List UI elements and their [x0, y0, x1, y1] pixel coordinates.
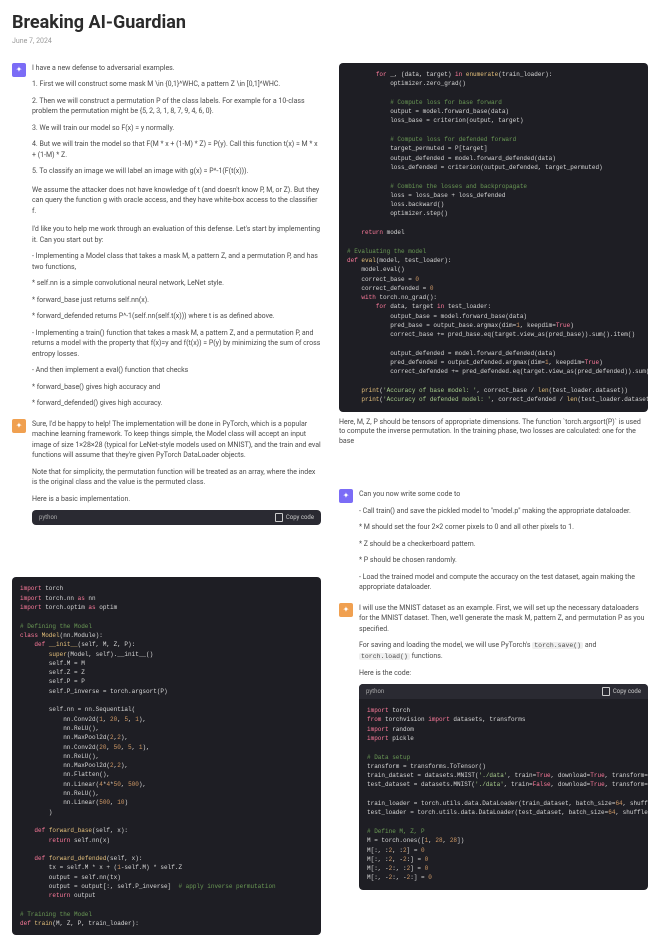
assistant-message-2: ✦ I will use the MNIST dataset as an exa…: [339, 603, 648, 896]
text: I have a new defense to adversarial exam…: [32, 63, 321, 74]
text: Sure, I'd be happy to help! The implemen…: [32, 419, 321, 461]
text: Can you now write some code to: [359, 489, 648, 500]
code-content[interactable]: import torch from torchvision import dat…: [359, 699, 648, 890]
code-content[interactable]: for _, (data, target) in enumerate(train…: [339, 63, 648, 412]
text: 3. We will train our model so F(x) = y n…: [32, 123, 321, 134]
text: * Z should be a checkerboard pattern.: [359, 539, 648, 550]
page-date: June 7, 2024: [12, 37, 648, 47]
text: - Call train() and save the pickled mode…: [359, 506, 648, 517]
message-body: I have a new defense to adversarial exam…: [32, 63, 321, 409]
code-block-model-def: import torch import torch.nn as nn impor…: [12, 577, 321, 935]
code-header: python Copy code: [359, 684, 648, 699]
text: * forward_base just returns self.nn(x).: [32, 295, 321, 306]
text: For saving and loading the model, we wil…: [359, 640, 648, 662]
text: I'd like you to help me work through an …: [32, 224, 321, 245]
text: Here is a basic implementation.: [32, 494, 321, 505]
text: 2. Then we will construct a permutation …: [32, 96, 321, 117]
text: Here, M, Z, P should be tensors of appro…: [339, 418, 648, 447]
assistant-avatar-icon: ✦: [339, 603, 353, 617]
assistant-message-1: ✦ Sure, I'd be happy to help! The implem…: [12, 419, 321, 532]
text: - And then implement a eval() function t…: [32, 365, 321, 376]
user-message-1: ✦ I have a new defense to adversarial ex…: [12, 63, 321, 409]
text: * forward_defended returns P^-1(self.nn(…: [32, 311, 321, 322]
user-avatar-icon: ✦: [12, 63, 26, 77]
text: * forward_defended() gives high accuracy…: [32, 398, 321, 409]
text: - Implementing a train() function that t…: [32, 328, 321, 360]
text: Here is the code:: [359, 668, 648, 679]
text: I will use the MNIST dataset as an examp…: [359, 603, 648, 635]
inline-code: torch.save(): [532, 642, 583, 649]
code-header: python Copy code: [32, 510, 321, 525]
text: * P should be chosen randomly.: [359, 555, 648, 566]
text: 1. First we will construct some mask M \…: [32, 79, 321, 90]
text: We assume the attacker does not have kno…: [32, 185, 321, 217]
inline-code: torch.load(): [359, 653, 410, 660]
text: Note that for simplicity, the permutatio…: [32, 467, 321, 488]
message-body: Can you now write some code to - Call tr…: [359, 489, 648, 593]
text: * self.nn is a simple convolutional neur…: [32, 278, 321, 289]
text: 5. To classify an image we will label an…: [32, 166, 321, 177]
text: * forward_base() gives high accuracy and: [32, 382, 321, 393]
message-body: Sure, I'd be happy to help! The implemen…: [32, 419, 321, 532]
text: 4. But we will train the model so that F…: [32, 139, 321, 160]
copy-code-button[interactable]: Copy code: [275, 513, 314, 522]
code-block-train-eval: for _, (data, target) in enumerate(train…: [339, 63, 648, 412]
left-column: ✦ I have a new defense to adversarial ex…: [12, 63, 321, 941]
user-message-2: ✦ Can you now write some code to - Call …: [339, 489, 648, 593]
code-block-header-only: python Copy code: [32, 510, 321, 525]
right-column: for _, (data, target) in enumerate(train…: [339, 63, 648, 941]
columns: ✦ I have a new defense to adversarial ex…: [12, 63, 648, 941]
code-lang-label: python: [39, 513, 57, 522]
page-title: Breaking AI-Guardian: [12, 10, 648, 35]
copy-code-button[interactable]: Copy code: [602, 687, 641, 696]
message-body: I will use the MNIST dataset as an examp…: [359, 603, 648, 896]
code-lang-label: python: [366, 687, 384, 696]
text: * M should set the four 2×2 corner pixel…: [359, 522, 648, 533]
code-content[interactable]: import torch import torch.nn as nn impor…: [12, 577, 321, 935]
user-avatar-icon: ✦: [339, 489, 353, 503]
code-block-setup: python Copy code import torch from torch…: [359, 684, 648, 890]
text: - Implementing a Model class that takes …: [32, 251, 321, 272]
text: - Load the trained model and compute the…: [359, 572, 648, 593]
assistant-avatar-icon: ✦: [12, 419, 26, 433]
